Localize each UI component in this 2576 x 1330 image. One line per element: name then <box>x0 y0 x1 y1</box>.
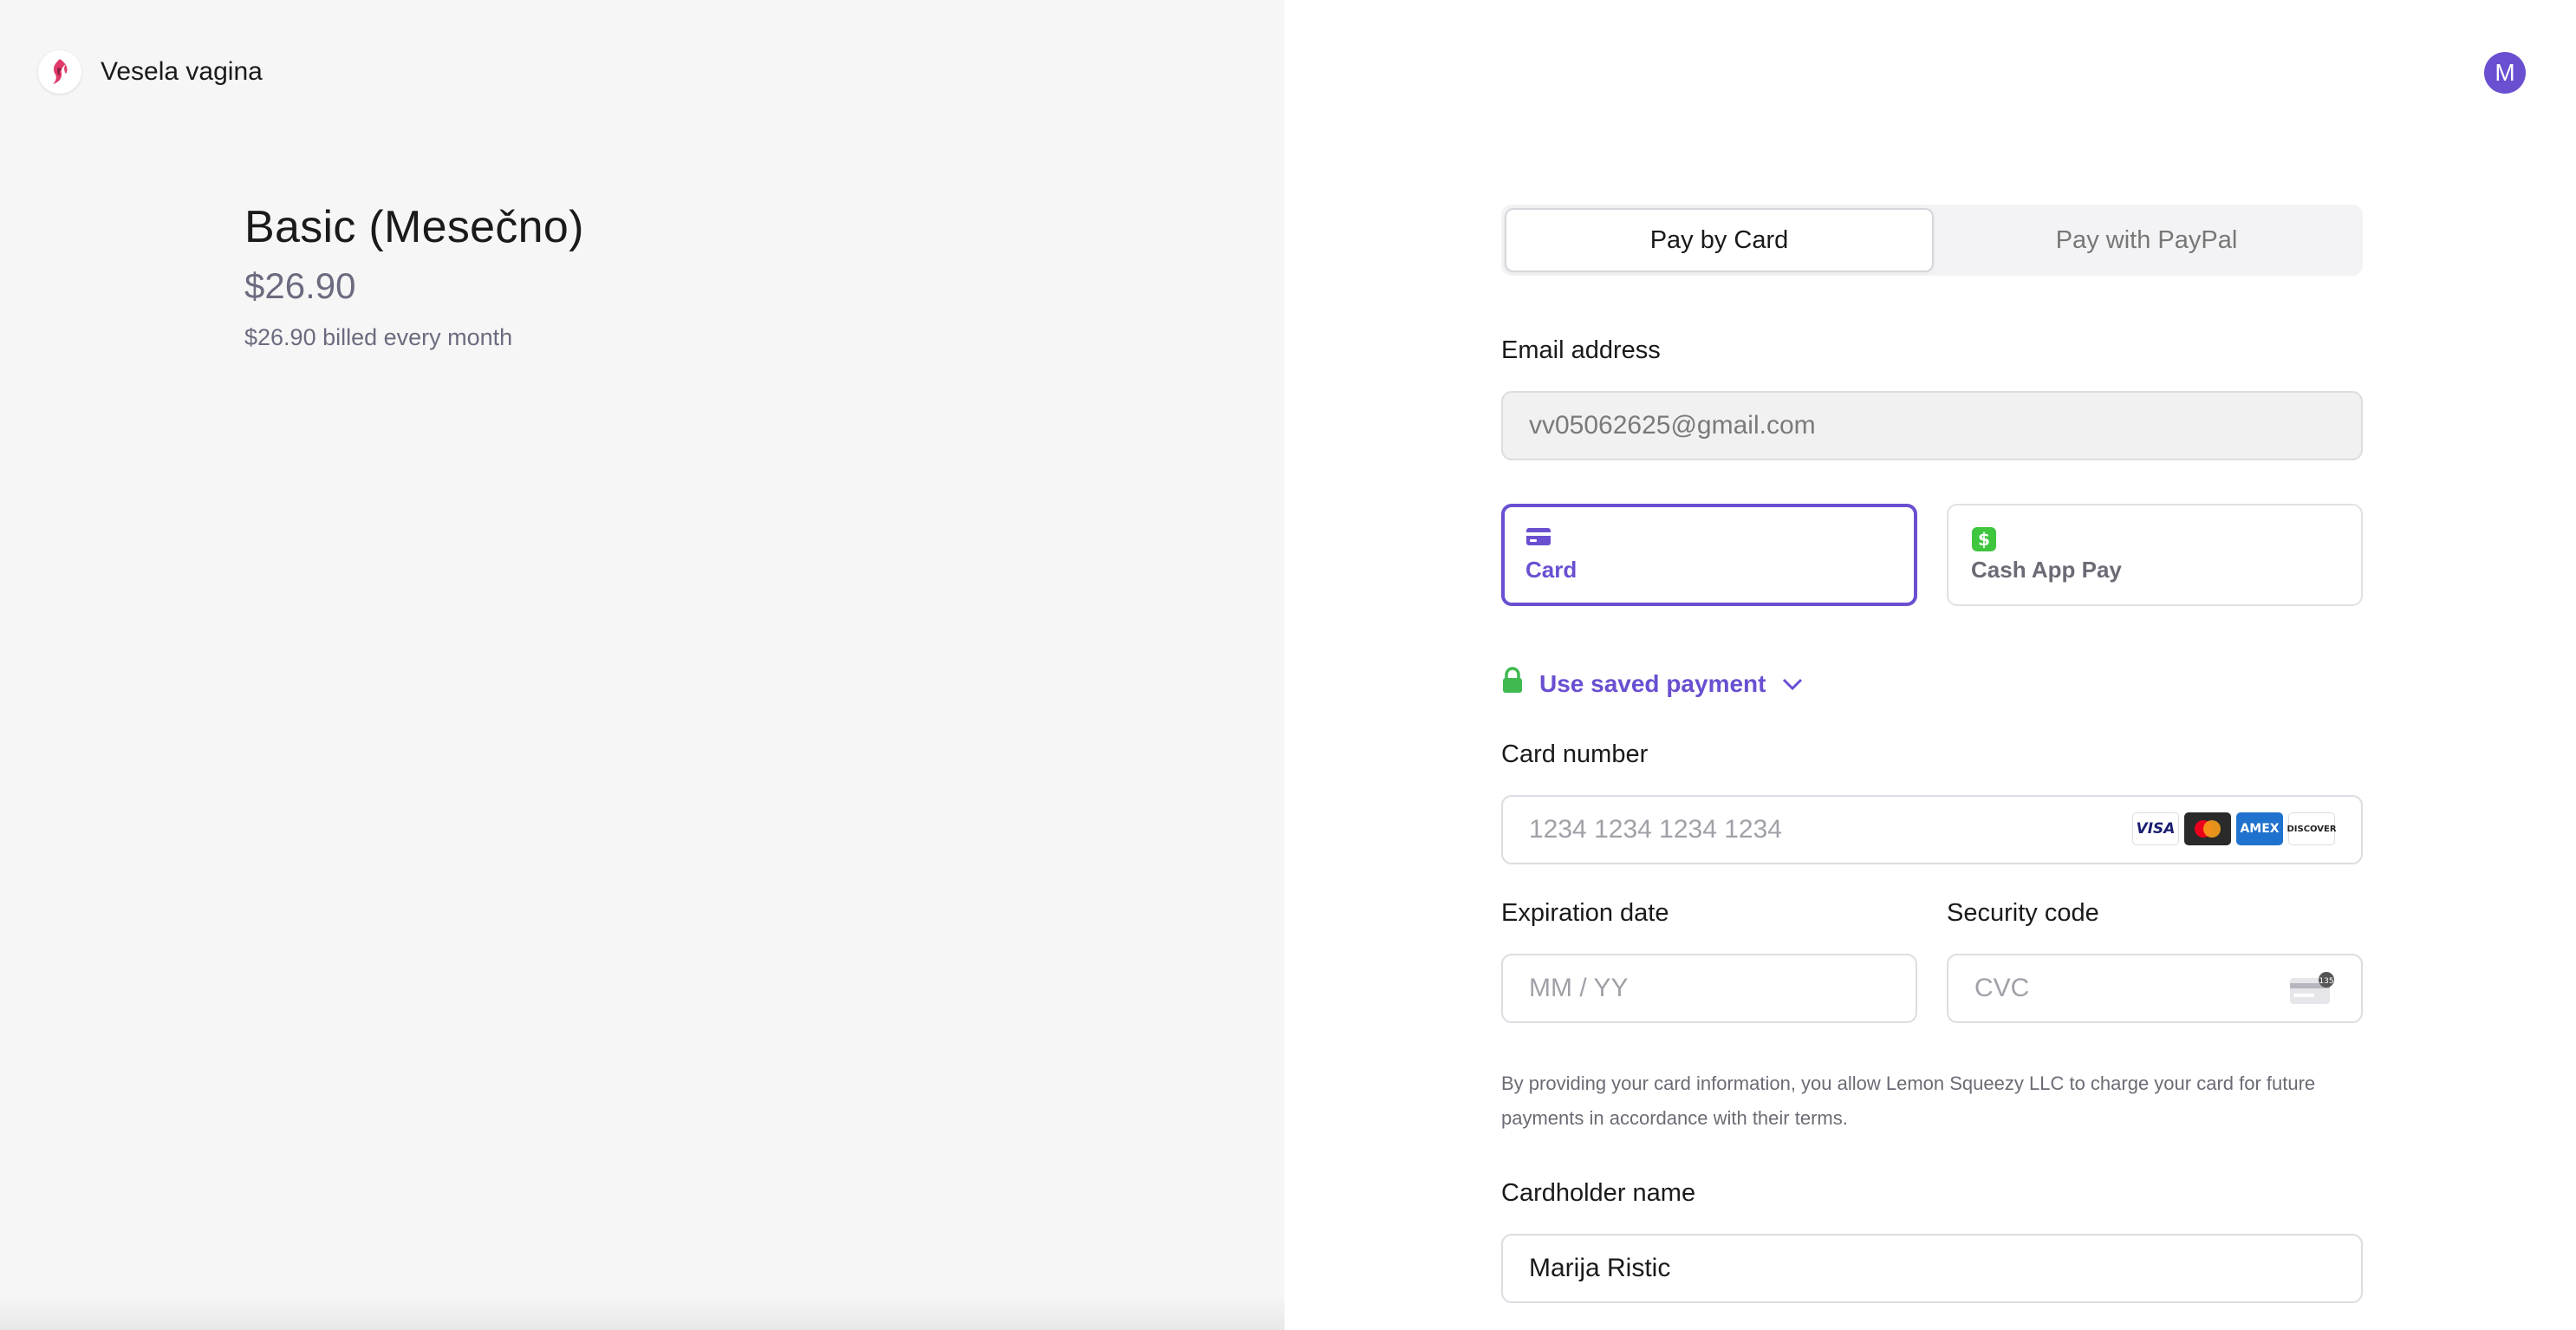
visa-icon: VISA <box>2132 812 2179 845</box>
email-label: Email address <box>1501 336 1661 364</box>
svg-text:135: 135 <box>2319 977 2333 986</box>
pane-bottom-shade <box>0 1295 1285 1330</box>
use-saved-payment-label: Use saved payment <box>1539 669 1766 697</box>
pay-by-card-tab[interactable]: Pay by Card <box>1505 208 1934 272</box>
cardholder-name-input[interactable]: Marija Ristic <box>1501 1234 2363 1303</box>
product-billing-text: $26.90 billed every month <box>244 324 513 350</box>
payment-mode-toggle: Pay by Card Pay with PayPal <box>1501 205 2363 276</box>
cash-app-icon: $ <box>1971 526 2339 557</box>
brand-logo-icon <box>38 50 81 94</box>
cardholder-name-value: Marija Ristic <box>1529 1254 1671 1282</box>
method-cashapp-label: Cash App Pay <box>1971 557 2122 583</box>
brand-name: Vesela vagina <box>101 57 263 86</box>
security-code-input[interactable]: CVC 135 <box>1947 954 2363 1023</box>
method-card-label: Card <box>1525 557 1577 583</box>
amex-icon: AMEX <box>2236 812 2283 845</box>
chevron-down-icon <box>1781 670 1804 698</box>
expiration-date-label: Expiration date <box>1501 899 1669 927</box>
expiration-placeholder: MM / YY <box>1529 974 1629 1002</box>
payment-method-selector: Card $ Cash App Pay <box>1501 504 2363 606</box>
security-code-label: Security code <box>1947 899 2099 927</box>
card-number-input[interactable]: 1234 1234 1234 1234 VISA AMEX DISCOVER <box>1501 795 2363 864</box>
mastercard-icon <box>2184 812 2231 845</box>
card-authorization-disclaimer: By providing your card information, you … <box>1501 1072 2316 1129</box>
cardholder-name-label: Cardholder name <box>1501 1179 1696 1207</box>
cvc-placeholder: CVC <box>1974 974 2030 1002</box>
product-summary: Basic (Mesečno) $26.90 $26.90 billed eve… <box>244 201 584 351</box>
product-title: Basic (Mesečno) <box>244 202 584 252</box>
lock-icon <box>1501 667 1524 701</box>
pay-with-paypal-tab[interactable]: Pay with PayPal <box>1934 208 2359 272</box>
discover-icon: DISCOVER <box>2287 812 2337 845</box>
method-cashapp-option[interactable]: $ Cash App Pay <box>1947 504 2363 606</box>
product-price: $26.90 <box>244 265 356 306</box>
checkout-form: Pay by Card Pay with PayPal Email addres… <box>1501 205 2363 1303</box>
cvc-card-icon: 135 <box>2288 971 2335 1013</box>
expiration-date-input[interactable]: MM / YY <box>1501 954 1917 1023</box>
method-card-option[interactable]: Card <box>1501 504 1917 606</box>
user-avatar[interactable]: M <box>2484 52 2526 94</box>
card-number-placeholder: 1234 1234 1234 1234 <box>1529 815 1782 844</box>
expiry-cvc-row: Expiration date MM / YY Security code CV… <box>1501 899 2363 1023</box>
use-saved-payment-link[interactable]: Use saved payment <box>1501 667 2363 701</box>
brand-header[interactable]: Vesela vagina <box>38 50 263 94</box>
svg-text:$: $ <box>1978 529 1990 550</box>
email-field[interactable]: vv05062625@gmail.com <box>1501 391 2363 460</box>
order-summary-pane: Vesela vagina Basic (Mesečno) $26.90 $26… <box>0 0 1285 1330</box>
card-number-label: Card number <box>1501 740 1649 768</box>
credit-card-icon <box>1525 526 1893 551</box>
card-brand-logos: VISA AMEX DISCOVER <box>2132 812 2337 845</box>
email-value: vv05062625@gmail.com <box>1529 411 1816 440</box>
